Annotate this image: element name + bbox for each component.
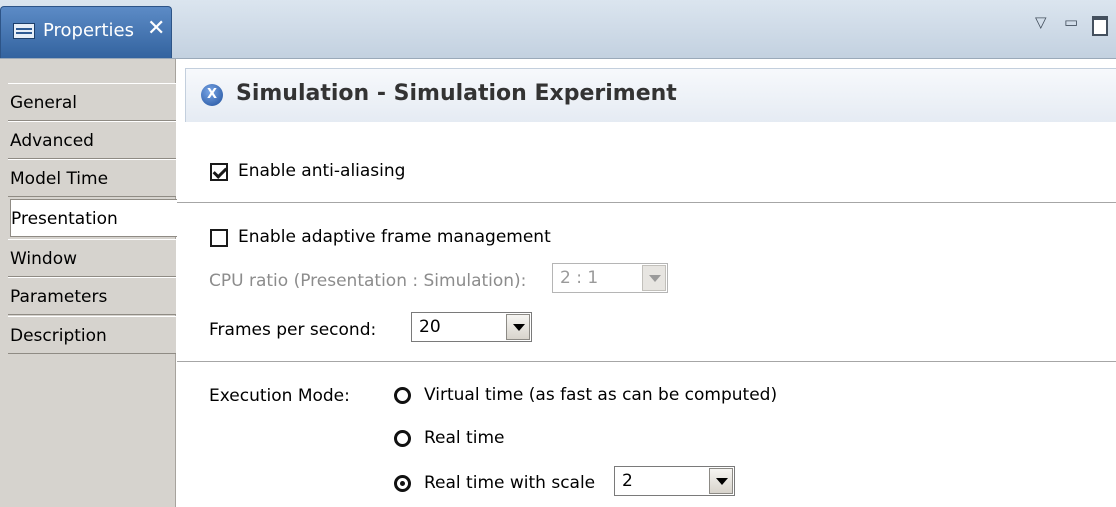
sidebar-item-window[interactable]: Window: [8, 239, 176, 277]
cpu-ratio-label: CPU ratio (Presentation : Simulation):: [209, 271, 527, 291]
properties-view-tab[interactable]: Properties ✕: [0, 6, 172, 58]
sidebar-item-label: Model Time: [10, 169, 109, 189]
real-time-radio[interactable]: [394, 430, 411, 447]
virtual-time-label[interactable]: Virtual time (as fast as can be computed…: [424, 385, 777, 405]
adaptive-frame-checkbox[interactable]: [210, 229, 228, 247]
sidebar-item-label: Advanced: [10, 131, 94, 151]
sidebar-item-label: Presentation: [11, 209, 118, 229]
real-time-scale-label[interactable]: Real time with scale: [424, 473, 595, 493]
properties-icon: [13, 23, 35, 39]
cpu-ratio-value: 2 : 1: [560, 268, 599, 288]
view-tab-bar: Properties ✕ ▽ ▭: [0, 0, 1116, 59]
chevron-down-icon[interactable]: [709, 468, 733, 494]
properties-tab-label: Properties: [43, 20, 134, 41]
sidebar-item-presentation[interactable]: Presentation: [10, 199, 177, 237]
view-menu-icon[interactable]: ▽: [1035, 14, 1047, 30]
real-time-label[interactable]: Real time: [424, 428, 504, 448]
sidebar-item-parameters[interactable]: Parameters: [8, 277, 176, 315]
maximize-icon[interactable]: [1092, 16, 1108, 36]
minimize-icon[interactable]: ▭: [1064, 14, 1078, 30]
form-header: X Simulation - Simulation Experiment: [185, 68, 1116, 122]
anti-aliasing-checkbox[interactable]: [210, 163, 228, 181]
time-scale-select[interactable]: 2: [614, 466, 735, 496]
real-time-scale-radio[interactable]: [394, 475, 411, 492]
properties-category-list: General Advanced Model Time Presentation…: [0, 59, 177, 507]
chevron-down-icon[interactable]: [506, 314, 530, 340]
virtual-time-radio[interactable]: [394, 387, 411, 404]
close-icon[interactable]: ✕: [147, 17, 165, 41]
sidebar-item-advanced[interactable]: Advanced: [8, 121, 176, 159]
divider: [177, 202, 1116, 203]
fps-label: Frames per second:: [209, 320, 377, 340]
adaptive-frame-label[interactable]: Enable adaptive frame management: [238, 227, 551, 247]
presentation-properties-form: X Simulation - Simulation Experiment Ena…: [177, 59, 1116, 507]
sidebar-item-label: Parameters: [10, 287, 108, 307]
cpu-ratio-select[interactable]: 2 : 1: [552, 263, 668, 293]
sidebar-item-label: Description: [10, 326, 107, 346]
chevron-down-icon[interactable]: [642, 265, 666, 291]
anti-aliasing-label[interactable]: Enable anti-aliasing: [238, 161, 405, 181]
sidebar-item-general[interactable]: General: [8, 83, 176, 121]
fps-value: 20: [419, 317, 441, 337]
divider: [177, 361, 1116, 362]
sidebar-item-model-time[interactable]: Model Time: [8, 159, 176, 197]
time-scale-value: 2: [622, 471, 633, 491]
page-title: Simulation - Simulation Experiment: [236, 81, 677, 106]
sidebar-item-description[interactable]: Description: [8, 316, 176, 354]
sidebar-item-label: Window: [10, 249, 78, 269]
simulation-experiment-icon: X: [201, 84, 223, 106]
fps-select[interactable]: 20: [411, 312, 532, 342]
execution-mode-label: Execution Mode:: [209, 386, 350, 406]
sidebar-item-label: General: [10, 93, 77, 113]
